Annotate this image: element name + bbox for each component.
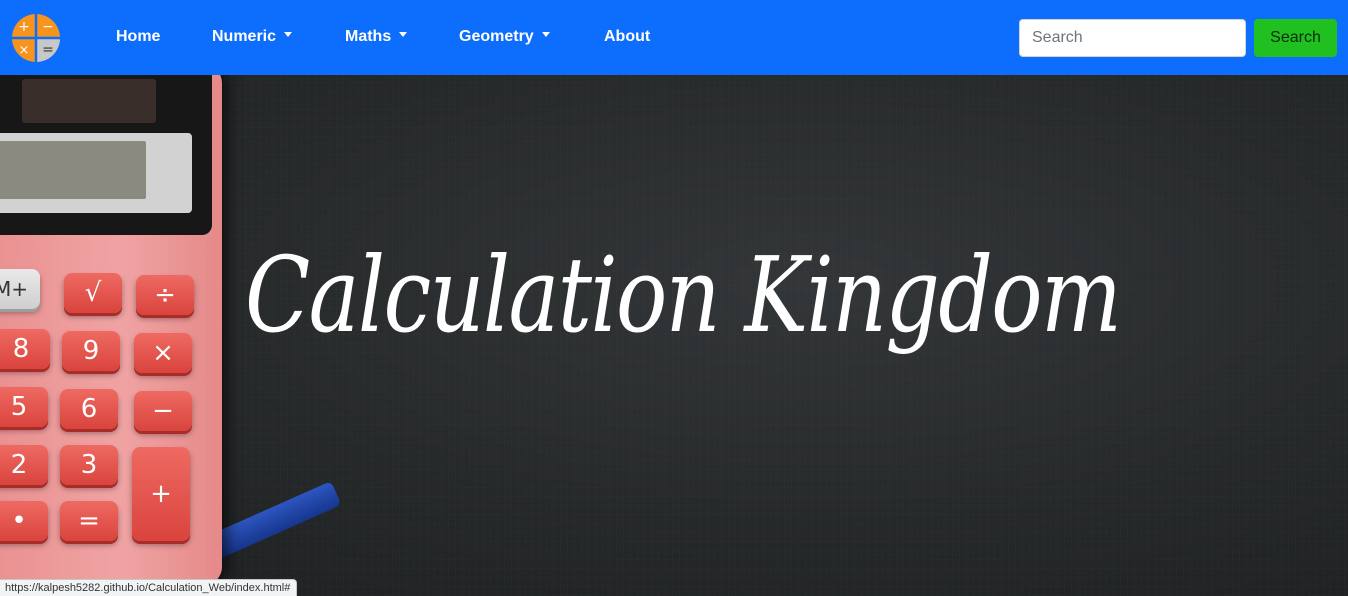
caret-down-icon: [284, 32, 293, 38]
calculator-screen: [0, 133, 192, 213]
calculator-lcd: [0, 141, 146, 199]
nav-item-maths[interactable]: Maths: [345, 27, 408, 47]
calculator-key: 3: [60, 445, 118, 485]
calculator-key: 8: [0, 329, 50, 369]
nav-item-geometry[interactable]: Geometry: [459, 27, 550, 47]
navbar: + − × = Home Numeric Maths Geometry Abou…: [0, 0, 1348, 75]
nav-item-label: Geometry: [459, 28, 534, 45]
nav-item-home[interactable]: Home: [116, 27, 160, 47]
logo-symbol-plus: +: [18, 19, 30, 35]
calculator-key: 2: [0, 445, 48, 485]
nav-item-label: Numeric: [212, 28, 277, 45]
calculator-key: 6: [60, 389, 118, 429]
caret-down-icon: [399, 32, 408, 38]
calculator-key: −: [134, 391, 192, 431]
logo-symbol-times: ×: [19, 43, 30, 58]
caret-down-icon: [541, 32, 550, 38]
logo-symbol-equals: =: [42, 42, 54, 58]
nav-item-about[interactable]: About: [604, 27, 650, 47]
nav-item-label: Home: [116, 28, 161, 45]
calculator-key: ×: [134, 333, 192, 373]
calculator-key: +: [132, 447, 190, 541]
calculator-key: M+: [0, 269, 40, 309]
status-bar-url: https://kalpesh5282.github.io/Calculatio…: [0, 579, 298, 596]
calculator-key: √: [64, 273, 122, 313]
calculator-key: 5: [0, 387, 48, 427]
nav-item-label: Maths: [345, 28, 392, 45]
calculator-key: 9: [62, 331, 120, 371]
nav-item-label: About: [604, 28, 651, 45]
calculator-key: =: [60, 501, 118, 541]
calculator-key: •: [0, 501, 48, 541]
calculator-key: ÷: [136, 275, 194, 315]
hero-banner: M+ √ ÷ 8 9 × 5 6 − 2 3 + • = Calculation…: [0, 75, 1348, 596]
calculator-screen-frame: [0, 75, 212, 235]
logo-symbol-minus: −: [42, 19, 54, 35]
hero-title: Calculation Kingdom: [245, 234, 1122, 356]
calculator-image: M+ √ ÷ 8 9 × 5 6 − 2 3 + • =: [0, 75, 222, 585]
calculator-solar-panel: [22, 79, 156, 123]
calculator-symbols-logo-icon[interactable]: + − × =: [11, 13, 61, 63]
search-button[interactable]: Search: [1254, 19, 1337, 57]
nav-item-numeric[interactable]: Numeric: [212, 27, 293, 47]
search-input[interactable]: [1019, 19, 1246, 57]
